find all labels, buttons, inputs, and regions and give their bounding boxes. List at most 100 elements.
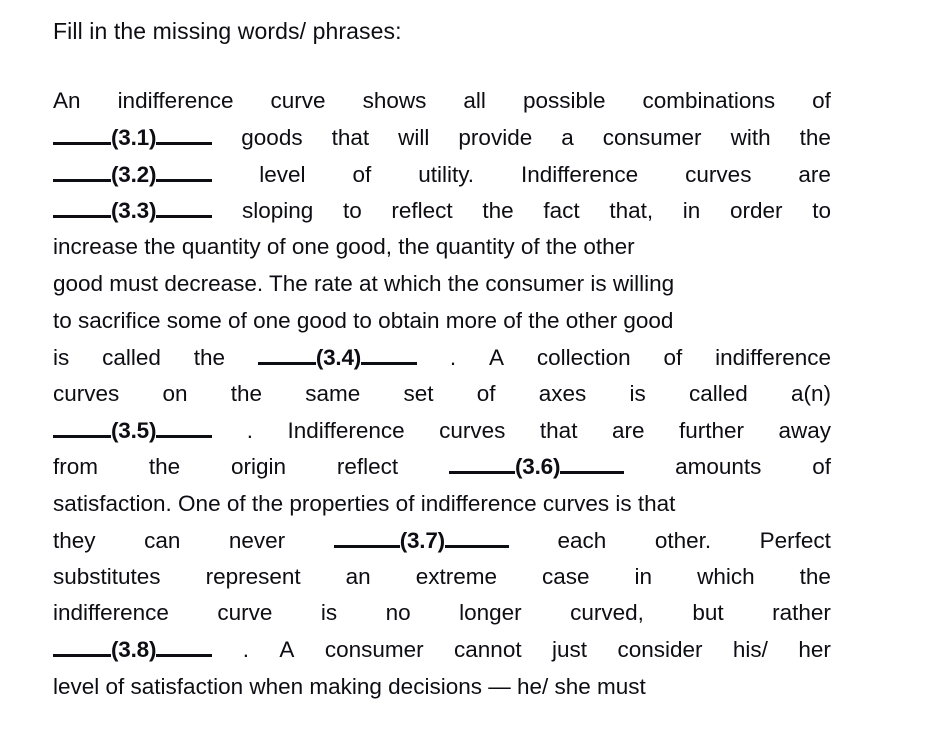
- text-run: never: [228, 527, 286, 553]
- text-run: called: [688, 380, 748, 406]
- paragraph-line: increase the quantity of one good, the q…: [53, 234, 831, 271]
- text-run: will: [398, 125, 430, 151]
- text-run: consumer: [324, 637, 424, 663]
- text-run: level of satisfaction when making decisi…: [53, 673, 646, 699]
- text-run: the: [482, 198, 514, 224]
- blank-number-label: (3.8): [111, 637, 157, 663]
- text-run: collection: [536, 344, 631, 370]
- text-run: the: [148, 454, 181, 480]
- blank-rule-right: [156, 198, 213, 219]
- blank-number-label: (3.6): [514, 454, 561, 480]
- blank-rule-right: [156, 637, 213, 658]
- blank-number-label: (3.1): [111, 125, 157, 151]
- paragraph-line: to sacrifice some of one good to obtain …: [53, 308, 831, 345]
- text-run: satisfaction. One of the properties of i…: [53, 490, 676, 516]
- blank-rule-left: [257, 344, 316, 365]
- paragraph-line: (3.2) level of utility. Indifference curves ar…: [53, 161, 831, 198]
- fill-in-blank-3.7[interactable]: (3.7): [333, 527, 509, 554]
- paragraph-line: (3.1) goods that will provide a consumer with th…: [53, 125, 831, 162]
- text-run: extreme: [415, 563, 497, 589]
- text-run: shows: [362, 88, 427, 113]
- text-run: Perfect: [759, 527, 831, 553]
- text-run: longer: [459, 600, 522, 626]
- text-run: that: [331, 125, 370, 151]
- punctuation: .: [449, 344, 457, 370]
- paragraph-line: (3.5). Indifference curves that are further aw…: [53, 417, 831, 454]
- fill-in-blank-3.1[interactable]: (3.1): [53, 125, 213, 152]
- text-run: of: [812, 88, 831, 113]
- text-run: of: [663, 344, 683, 370]
- exercise-paragraph: An indifference curve shows all possible combi…: [53, 88, 831, 710]
- text-run: an: [345, 563, 371, 589]
- paragraph-line: from the origin reflect (3.6) amounts of: [53, 454, 831, 491]
- paragraph-line: curves on the same set of axes is called a(n): [53, 381, 831, 418]
- blank-rule-right: [560, 454, 625, 475]
- text-run: away: [778, 417, 831, 443]
- fill-in-blank-3.5[interactable]: (3.5): [53, 417, 213, 444]
- text-run: order: [729, 198, 783, 224]
- text-run: consider: [617, 637, 703, 663]
- text-run: goods: [241, 125, 303, 151]
- text-run: same: [305, 380, 361, 406]
- text-run: of: [476, 380, 496, 406]
- paragraph-line: (3.3) sloping to reflect the fact that, in order…: [53, 198, 831, 235]
- blank-number-label: (3.5): [111, 417, 157, 443]
- paragraph-line: level of satisfaction when making decisi…: [53, 674, 831, 711]
- blank-rule-left: [53, 198, 111, 219]
- document-page: Fill in the missing words/ phrases: An in…: [0, 0, 931, 729]
- text-run: indifference: [715, 344, 831, 370]
- text-run: the: [230, 380, 263, 406]
- paragraph-line: (3.8). Aconsumer cannot just consider his/her: [53, 637, 831, 674]
- text-run: which: [697, 563, 755, 589]
- text-run: reflect: [336, 454, 399, 480]
- text-run: curves: [439, 417, 506, 443]
- blank-rule-right: [361, 344, 418, 365]
- text-run: curve: [270, 88, 326, 113]
- text-run: good must decrease. The rate at which th…: [53, 270, 675, 296]
- text-run: provide: [458, 125, 533, 151]
- text-run: are: [798, 161, 831, 187]
- text-run: combinations: [642, 88, 776, 113]
- paragraph-line: indifference curve is no longer curved, but rat…: [53, 600, 831, 637]
- text-run: fact: [543, 198, 580, 224]
- blank-rule-left: [333, 527, 400, 548]
- blank-number-label: (3.4): [315, 344, 362, 370]
- blank-number-label: (3.3): [111, 198, 157, 224]
- fill-in-blank-3.2[interactable]: (3.2): [53, 161, 213, 188]
- text-run: to: [812, 198, 831, 224]
- fill-in-blank-3.4[interactable]: (3.4): [257, 344, 418, 371]
- text-run: of: [812, 454, 831, 480]
- text-run: his/: [732, 637, 768, 663]
- text-run: in: [634, 563, 653, 589]
- text-run: to sacrifice some of one good to obtain …: [53, 307, 674, 333]
- blank-number-label: (3.2): [111, 161, 157, 187]
- text-run: her: [798, 637, 831, 663]
- fill-in-blank-3.6[interactable]: (3.6): [448, 454, 625, 481]
- blank-rule-right: [156, 161, 213, 182]
- fill-in-blank-3.8[interactable]: (3.8): [53, 637, 213, 664]
- blank-rule-right: [156, 417, 213, 438]
- paragraph-line: they can never (3.7) each other. Perfect: [53, 527, 831, 564]
- text-run: that,: [609, 198, 654, 224]
- blank-rule-right: [444, 527, 509, 548]
- text-run: they: [53, 527, 96, 553]
- text-run: other.: [654, 527, 712, 553]
- text-run: consumer: [602, 125, 702, 151]
- text-run: level: [259, 161, 306, 187]
- paragraph-line: satisfaction. One of the properties of i…: [53, 491, 831, 528]
- text-run: with: [730, 125, 771, 151]
- text-run: cannot: [454, 637, 522, 663]
- text-run: the: [799, 125, 831, 151]
- text-run: increase the quantity of one good, the q…: [53, 234, 635, 260]
- text-run: just: [552, 637, 588, 663]
- text-run: A: [489, 344, 505, 370]
- text-run: substitutes: [53, 563, 161, 589]
- paragraph-line: substitutes represent an extreme case in which…: [53, 564, 831, 601]
- fill-in-blank-3.3[interactable]: (3.3): [53, 198, 213, 225]
- text-run: sloping: [241, 198, 314, 224]
- text-run: is: [320, 600, 338, 626]
- text-run: indifference: [117, 88, 234, 113]
- text-run: set: [403, 380, 434, 406]
- text-run: a: [561, 125, 574, 151]
- text-run: called: [102, 344, 161, 370]
